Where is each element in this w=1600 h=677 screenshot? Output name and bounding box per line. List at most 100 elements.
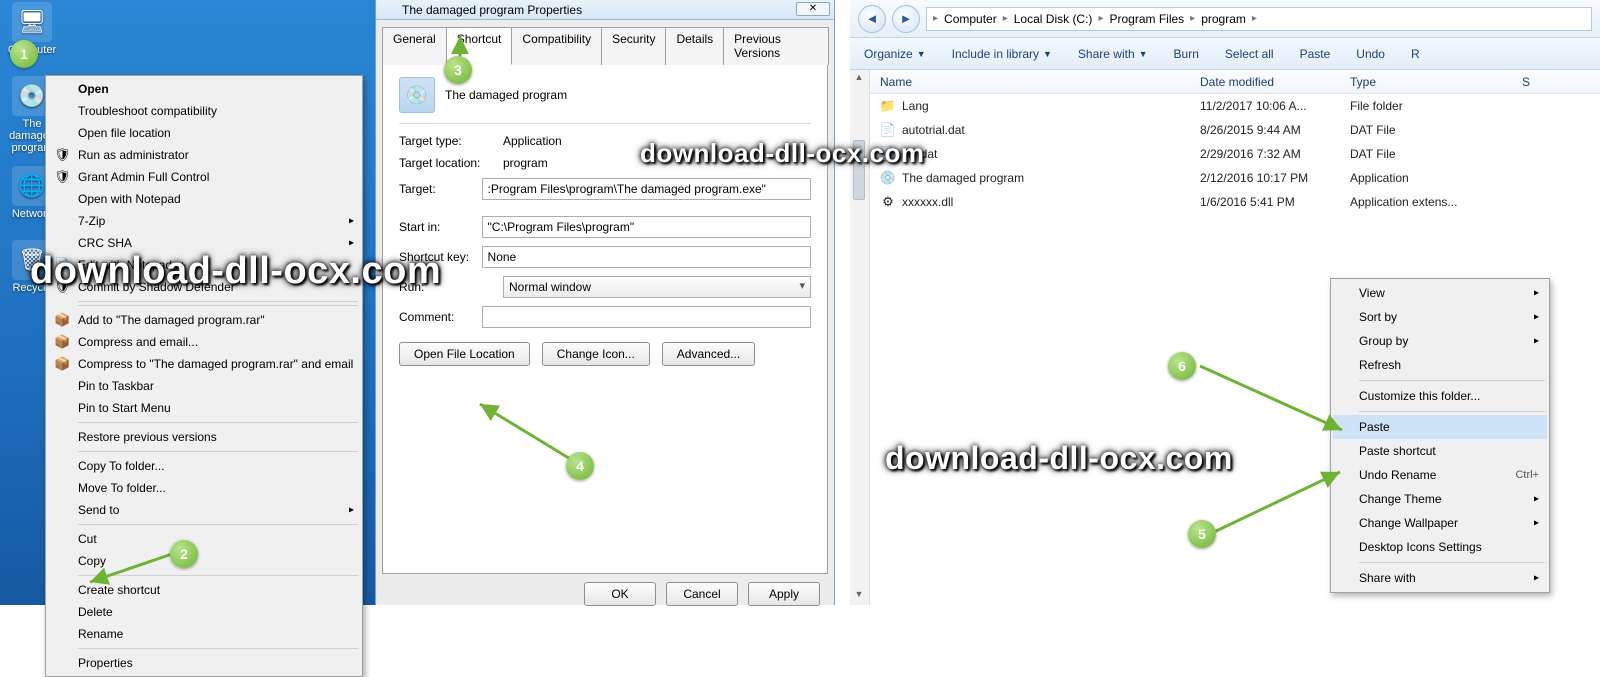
breadcrumb-seg[interactable]: Computer — [942, 12, 999, 26]
tab-previous-versions[interactable]: Previous Versions — [723, 27, 829, 65]
tab-compatibility[interactable]: Compatibility — [511, 27, 602, 65]
scroll-up-icon[interactable]: ▲ — [853, 72, 865, 86]
ctx-item[interactable]: Rename — [48, 623, 360, 645]
forward-button[interactable]: ► — [892, 5, 920, 33]
ctx-item[interactable]: Send to▸ — [48, 499, 360, 521]
marker-4: 4 — [566, 452, 594, 480]
marker-6: 6 — [1168, 352, 1196, 380]
chevron-right-icon: ▸ — [1534, 494, 1539, 505]
cmd-select-all[interactable]: Select all — [1225, 47, 1274, 61]
dialog-titlebar[interactable]: The damaged program Properties ✕ — [376, 0, 834, 20]
tab-details[interactable]: Details — [665, 27, 724, 65]
file-row[interactable]: 📄autotrial.dat8/26/2015 9:44 AMDAT File — [870, 118, 1600, 142]
back-button[interactable]: ◄ — [858, 5, 886, 33]
scroll-down-icon[interactable]: ▼ — [853, 589, 865, 603]
explorer-context-menu[interactable]: View▸Sort by▸Group by▸Refresh Customize t… — [1330, 278, 1550, 593]
breadcrumb[interactable]: ▸Computer▸Local Disk (C:)▸Program Files▸… — [926, 7, 1592, 31]
cmd-paste[interactable]: Paste — [1300, 47, 1331, 61]
chevron-right-icon: ▸ — [349, 505, 354, 516]
chevron-right-icon: ▸ — [1534, 518, 1539, 529]
breadcrumb-seg[interactable]: program — [1199, 12, 1248, 26]
file-row[interactable]: 📁Lang11/2/2017 10:06 A...File folder — [870, 94, 1600, 118]
explorer-navbar: ◄ ► ▸Computer▸Local Disk (C:)▸Program Fi… — [850, 0, 1600, 38]
file-row[interactable]: ⚙xxxxxx.dll1/6/2016 5:41 PMApplication e… — [870, 190, 1600, 214]
ectx-item[interactable]: Group by▸ — [1333, 329, 1547, 353]
close-button[interactable]: ✕ — [796, 2, 830, 16]
ctx-item[interactable]: 7-Zip▸ — [48, 210, 360, 232]
cmd-redo[interactable]: R — [1411, 47, 1420, 61]
chevron-right-icon: ▸ — [1190, 13, 1195, 24]
ctx-item[interactable]: Open — [48, 78, 360, 100]
open-file-location-button[interactable]: Open File Location — [399, 342, 530, 366]
ectx-item[interactable]: Refresh — [1333, 353, 1547, 377]
ctx-item[interactable]: Grant Admin Full Control🛡 — [48, 166, 360, 188]
file-header[interactable]: Name Date modified Type S — [870, 70, 1600, 94]
col-type[interactable]: Type — [1340, 75, 1480, 89]
accelerator: Ctrl+ — [1515, 469, 1539, 481]
chevron-right-icon: ▸ — [1003, 13, 1008, 24]
file-icon: 📁 — [880, 98, 896, 114]
watermark: download-dll-ocx.com — [640, 138, 924, 169]
ctx-item[interactable]: Add to "The damaged program.rar"📦 — [48, 309, 360, 331]
label-target: Target: — [399, 182, 482, 196]
ctx-item[interactable]: Move To folder... — [48, 477, 360, 499]
tab-security[interactable]: Security — [601, 27, 666, 65]
ctx-item[interactable]: Copy — [48, 550, 360, 572]
file-icon: 📄 — [880, 122, 896, 138]
ctx-item[interactable]: Delete — [48, 601, 360, 623]
ectx-item[interactable]: Sort by▸ — [1333, 305, 1547, 329]
cmd-undo[interactable]: Undo — [1356, 47, 1385, 61]
chevron-right-icon: ▸ — [349, 238, 354, 249]
ctx-item[interactable]: Run as administrator🛡 — [48, 144, 360, 166]
ctx-item[interactable]: Create shortcut — [48, 579, 360, 601]
ectx-item[interactable]: Customize this folder... — [1333, 384, 1547, 408]
ctx-item[interactable]: Pin to Taskbar — [48, 375, 360, 397]
ectx-item[interactable]: Paste — [1333, 415, 1547, 439]
cmd-organize[interactable]: Organize▼ — [864, 47, 926, 61]
dialog-title: The damaged program Properties — [402, 3, 582, 17]
ectx-item[interactable]: Share with▸ — [1333, 566, 1547, 590]
ctx-item[interactable]: Troubleshoot compatibility — [48, 100, 360, 122]
ctx-item[interactable]: Open file location — [48, 122, 360, 144]
watermark: download-dll-ocx.com — [885, 440, 1233, 477]
shortcut-key-input[interactable] — [482, 246, 811, 268]
ctx-item[interactable]: Compress to "The damaged program.rar" an… — [48, 353, 360, 375]
ctx-item[interactable]: Open with Notepad — [48, 188, 360, 210]
ectx-item[interactable]: View▸ — [1333, 281, 1547, 305]
ctx-item[interactable]: Pin to Start Menu — [48, 397, 360, 419]
advanced-button[interactable]: Advanced... — [662, 342, 755, 366]
ectx-item[interactable]: Paste shortcut — [1333, 439, 1547, 463]
col-size[interactable]: S — [1480, 75, 1540, 89]
file-row[interactable]: 📄file.dat2/29/2016 7:32 AMDAT File — [870, 142, 1600, 166]
ok-button[interactable]: OK — [584, 582, 656, 606]
cmd-burn[interactable]: Burn — [1174, 47, 1199, 61]
col-name[interactable]: Name — [870, 75, 1190, 89]
ctx-item[interactable]: Properties — [48, 652, 360, 674]
target-input[interactable] — [482, 178, 811, 200]
comment-input[interactable] — [482, 306, 811, 328]
cmd-share[interactable]: Share with▼ — [1078, 47, 1148, 61]
menu-icon: 📦 — [54, 356, 70, 372]
col-date[interactable]: Date modified — [1190, 75, 1340, 89]
run-dropdown[interactable]: Normal window — [503, 276, 811, 298]
start-in-input[interactable] — [482, 216, 811, 238]
ectx-item[interactable]: Desktop Icons Settings — [1333, 535, 1547, 559]
label-target-type: Target type: — [399, 134, 503, 148]
ectx-item[interactable]: Change Theme▸ — [1333, 487, 1547, 511]
ctx-item[interactable]: Copy To folder... — [48, 455, 360, 477]
file-row[interactable]: 💿The damaged program2/12/2016 10:17 PMAp… — [870, 166, 1600, 190]
tab-general[interactable]: General — [382, 27, 447, 65]
desktop-context-menu[interactable]: OpenTroubleshoot compatibilityOpen file … — [45, 75, 363, 677]
change-icon-button[interactable]: Change Icon... — [542, 342, 650, 366]
ctx-item[interactable]: Cut — [48, 528, 360, 550]
ctx-item[interactable]: Restore previous versions — [48, 426, 360, 448]
ctx-item[interactable]: Compress and email...📦 — [48, 331, 360, 353]
ectx-item[interactable]: Undo RenameCtrl+ — [1333, 463, 1547, 487]
cmd-include[interactable]: Include in library▼ — [952, 47, 1052, 61]
breadcrumb-seg[interactable]: Local Disk (C:) — [1012, 12, 1095, 26]
breadcrumb-seg[interactable]: Program Files — [1107, 12, 1186, 26]
chevron-right-icon: ▸ — [1534, 288, 1539, 299]
cancel-button[interactable]: Cancel — [666, 582, 738, 606]
apply-button[interactable]: Apply — [748, 582, 820, 606]
ectx-item[interactable]: Change Wallpaper▸ — [1333, 511, 1547, 535]
